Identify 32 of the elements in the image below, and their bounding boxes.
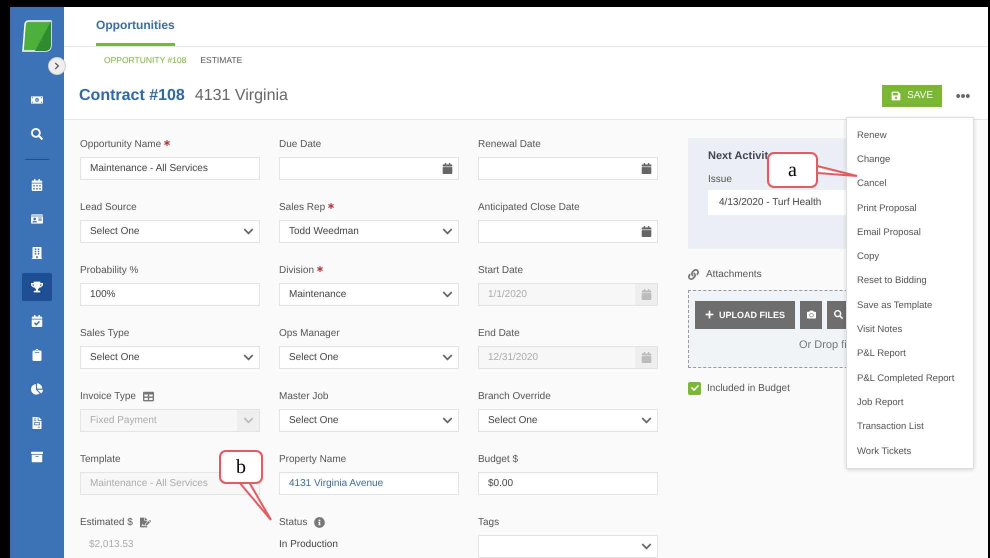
page-subtitle: 4131 Virginia [194, 86, 289, 105]
field-label: Lead Source [80, 202, 137, 214]
checkbox-label: Included in Budget [707, 382, 790, 394]
field-label: Start Date [478, 265, 524, 276]
field-value: In Production [279, 538, 339, 550]
field-label: Master Job [279, 391, 328, 402]
field-label: End Date [478, 328, 520, 340]
field-label: Issue [708, 174, 732, 185]
attachments-label: Attachments [706, 268, 762, 280]
drop-text: Or Drop fi [799, 338, 848, 351]
card-title: Next Activit [708, 150, 768, 162]
field-label: Anticipated Close Date [478, 202, 580, 214]
field-label: Estimated $ [80, 517, 133, 528]
field-label: Sales Rep [279, 202, 326, 214]
field-label: Division [279, 265, 314, 276]
field-label: Sales Type [80, 328, 130, 340]
field-label: Budget $ [478, 454, 518, 466]
callout-label: a [767, 152, 818, 188]
callout-label: b [219, 450, 263, 484]
field-label: Status [279, 517, 308, 528]
field-label: Tags [478, 517, 500, 528]
field-label: Invoice Type [80, 391, 136, 402]
field-label: Template [80, 454, 121, 466]
field-label: Ops Manager [279, 328, 340, 340]
field-value: $2,013.53 [88, 538, 134, 550]
field-label: Due Date [279, 139, 322, 150]
field-label: Branch Override [478, 391, 551, 402]
field-label: Property Name [279, 454, 346, 466]
field-label: Probability % [80, 265, 138, 276]
field-label: Renewal Date [478, 139, 541, 150]
page-title: Contract #108 [79, 86, 185, 105]
field-label: Opportunity Name [80, 139, 162, 150]
